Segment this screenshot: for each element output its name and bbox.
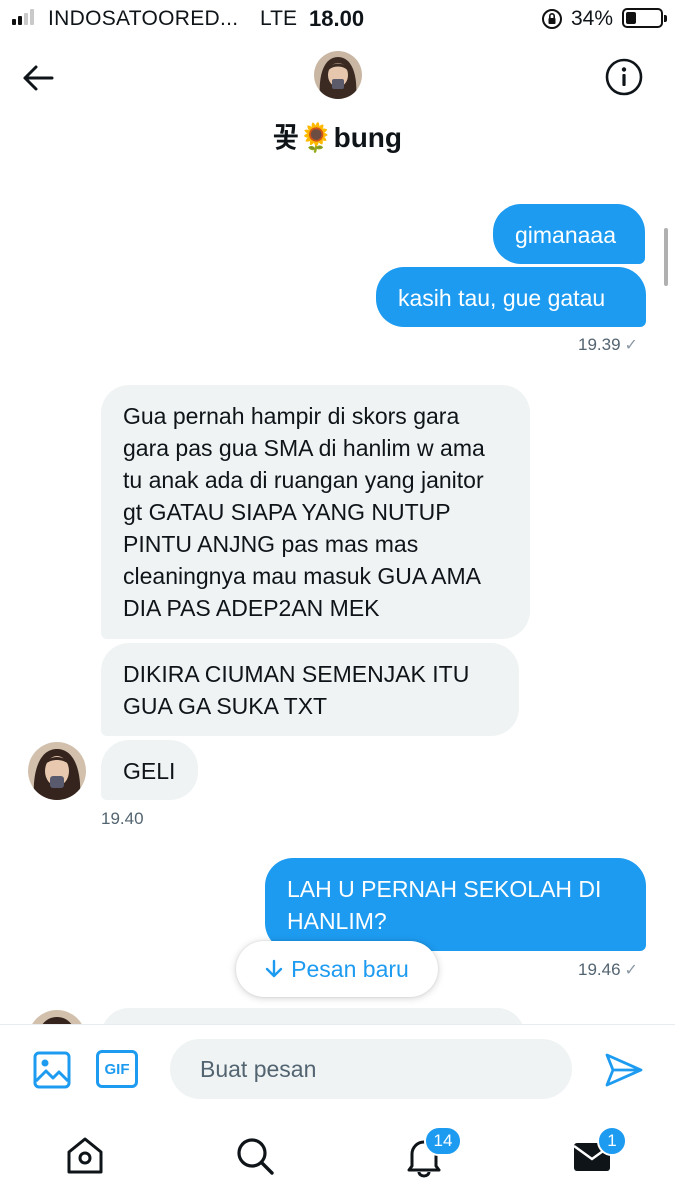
add-media-button[interactable] [32, 1050, 72, 1095]
new-messages-button[interactable]: Pesan baru [236, 941, 438, 997]
send-button[interactable] [604, 1052, 644, 1093]
message-text: DIKIRA CIUMAN SEMENJAK ITU GUA GA SUKA T… [123, 661, 470, 719]
status-bar: INDOSATOORED... LTE 18.00 34% [0, 0, 675, 40]
message-bubble-incoming[interactable]: DIKIRA CIUMAN SEMENJAK ITU GUA GA SUKA T… [101, 643, 519, 736]
scrollbar[interactable] [664, 228, 668, 286]
message-bubble-outgoing[interactable]: kasih tau, gue gatau [376, 267, 646, 327]
arrow-down-icon [265, 959, 283, 978]
message-bubble-incoming[interactable] [101, 1008, 525, 1024]
sent-check-icon: ✓ [624, 962, 638, 979]
tab-search[interactable] [233, 1134, 277, 1178]
home-icon [67, 1137, 103, 1174]
message-text: kasih tau, gue gatau [398, 285, 606, 311]
tab-home[interactable] [63, 1134, 107, 1178]
info-button[interactable] [604, 57, 644, 97]
message-bubble-incoming[interactable]: GELI [101, 740, 198, 800]
notifications-badge: 14 [424, 1126, 462, 1156]
send-icon [605, 1053, 643, 1087]
search-icon [237, 1138, 274, 1175]
sent-check-icon: ✓ [624, 337, 638, 354]
new-messages-label: Pesan baru [291, 955, 409, 982]
message-list[interactable]: gimanaaa kasih tau, gue gatau 19.39 ✓ Gua… [0, 168, 675, 1024]
battery-percent: 34% [571, 7, 614, 30]
info-circle-icon [605, 58, 643, 96]
signal-strength-icon [12, 9, 34, 25]
network-type: LTE [260, 7, 297, 30]
back-button[interactable] [18, 58, 58, 98]
image-icon [33, 1051, 71, 1089]
message-bubble-outgoing[interactable]: LAH U PERNAH SEKOLAH DI HANLIM? [265, 858, 646, 951]
message-input[interactable] [170, 1039, 572, 1099]
contact-avatar[interactable] [314, 51, 362, 99]
sender-avatar[interactable] [28, 742, 86, 800]
messages-badge: 1 [597, 1126, 627, 1156]
bottom-tab-bar: 14 1 [0, 1112, 675, 1200]
message-text: GELI [123, 758, 176, 784]
message-text: Gua pernah hampir di skors gara gara pas… [123, 403, 485, 621]
message-text: gimanaaa [515, 222, 617, 248]
battery-icon [622, 8, 667, 28]
orientation-lock-icon [541, 8, 563, 35]
message-timestamp: 19.46 ✓ [578, 960, 638, 979]
message-timestamp: 19.39 ✓ [578, 335, 638, 354]
message-text: LAH U PERNAH SEKOLAH DI HANLIM? [287, 876, 602, 934]
conversation-header: 꽃🌻bung [0, 40, 675, 168]
message-bubble-incoming[interactable]: Gua pernah hampir di skors gara gara pas… [101, 385, 530, 639]
gif-button[interactable]: GIF [96, 1050, 138, 1088]
sender-avatar[interactable] [28, 1010, 86, 1024]
clock-time: 18.00 [309, 6, 365, 31]
message-composer: GIF [0, 1024, 675, 1112]
arrow-left-icon [23, 65, 54, 91]
message-timestamp: 19.40 [101, 809, 144, 828]
carrier-name: INDOSATOORED... [48, 7, 239, 30]
message-bubble-outgoing[interactable]: gimanaaa [493, 204, 645, 264]
conversation-title: 꽃🌻bung [272, 122, 403, 153]
